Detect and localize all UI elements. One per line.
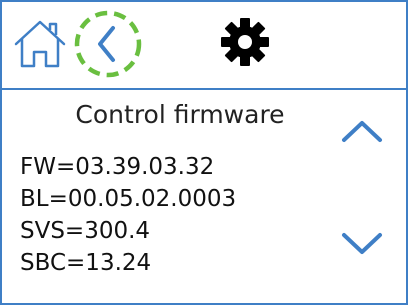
chevron-down-icon [342,233,382,254]
gear-icon[interactable] [220,17,270,67]
page-title: Control firmware [75,100,285,129]
bootloader-version-line: BL=00.05.02.0003 [20,186,237,212]
scroll-down-button[interactable] [338,226,386,260]
chevron-up-icon [342,121,382,142]
firmware-version-line: FW=03.39.03.32 [20,154,215,180]
device-screen: Control firmware FW=03.39.03.32 BL=00.05… [0,0,408,305]
firmware-info: FW=03.39.03.32 BL=00.05.02.0003 SVS=300.… [20,151,236,279]
back-button[interactable] [72,8,144,80]
chevron-left-icon [98,26,115,62]
svs-value-line: SVS=300.4 [20,218,151,244]
scroll-up-button[interactable] [338,114,386,148]
sbc-value-line: SBC=13.24 [20,250,152,276]
top-toolbar [2,2,406,90]
home-icon[interactable] [12,16,68,72]
